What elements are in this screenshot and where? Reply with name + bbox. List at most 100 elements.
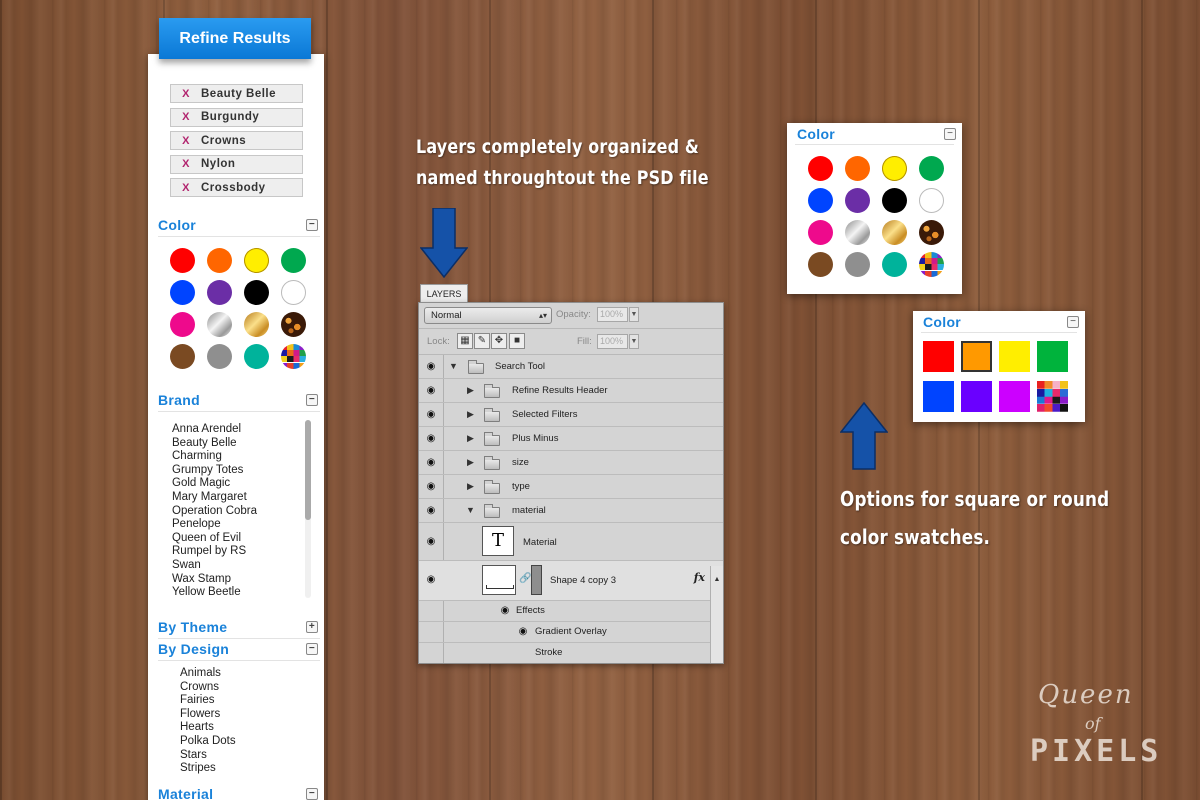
brand-item[interactable]: Charming xyxy=(172,450,312,464)
swatch-red[interactable] xyxy=(808,156,833,181)
swatch-teal[interactable] xyxy=(244,344,269,369)
layer-row[interactable]: ◉ ▼ Search Tool xyxy=(419,355,723,379)
layer-row[interactable]: ◉ ▶ size xyxy=(419,451,723,475)
brand-item[interactable]: Yellow Beetle xyxy=(172,586,312,600)
square-swatch-green[interactable] xyxy=(1037,341,1068,372)
swatch-blue[interactable] xyxy=(170,280,195,305)
swatch-red[interactable] xyxy=(170,248,195,273)
swatch-pink[interactable] xyxy=(808,220,833,245)
effects-row[interactable]: ◉ Effects xyxy=(419,601,723,622)
swatch-purple[interactable] xyxy=(845,188,870,213)
material-section-title[interactable]: Material − xyxy=(158,786,320,800)
collapse-brand-button[interactable]: − xyxy=(306,394,318,406)
swatch-teal[interactable] xyxy=(882,252,907,277)
by-design-section-title[interactable]: By Design − xyxy=(158,641,320,661)
opacity-dropdown-icon[interactable]: ▼ xyxy=(629,307,639,322)
eye-icon[interactable]: ◉ xyxy=(423,480,439,494)
effect-row[interactable]: Stroke xyxy=(419,643,723,663)
square-swatch-multi[interactable] xyxy=(1037,381,1068,412)
design-item[interactable]: Fairies xyxy=(180,694,236,708)
swatch-gray[interactable] xyxy=(845,252,870,277)
layer-row[interactable]: ◉ ▶ Refine Results Header xyxy=(419,379,723,403)
eye-icon[interactable]: ◉ xyxy=(497,604,513,618)
brand-item[interactable]: Grumpy Totes xyxy=(172,464,312,478)
eye-icon[interactable]: ◉ xyxy=(423,456,439,470)
swatch-purple[interactable] xyxy=(207,280,232,305)
square-swatch-orange[interactable] xyxy=(961,341,992,372)
brand-item[interactable]: Beauty Belle xyxy=(172,437,312,451)
remove-filter-icon[interactable]: X xyxy=(171,88,201,100)
expand-by-theme-button[interactable]: + xyxy=(306,621,318,633)
swatch-gray[interactable] xyxy=(207,344,232,369)
lock-brush-icon[interactable]: ✎ xyxy=(474,333,490,349)
collapse-color-button[interactable]: − xyxy=(1067,316,1079,328)
triangle-right-icon[interactable]: ▶ xyxy=(467,481,474,492)
opacity-input[interactable]: 100% xyxy=(597,307,628,322)
eye-icon[interactable]: ◉ xyxy=(423,432,439,446)
brand-item[interactable]: Rumpel by RS xyxy=(172,545,312,559)
square-swatch-magenta[interactable] xyxy=(999,381,1030,412)
swatch-pink[interactable] xyxy=(170,312,195,337)
brand-item[interactable]: Queen of Evil xyxy=(172,532,312,546)
swatch-silver[interactable] xyxy=(845,220,870,245)
square-swatch-violet[interactable] xyxy=(961,381,992,412)
square-swatch-yellow[interactable] xyxy=(999,341,1030,372)
color-section-title[interactable]: Color − xyxy=(158,217,320,237)
triangle-right-icon[interactable]: ▶ xyxy=(467,433,474,444)
design-item[interactable]: Flowers xyxy=(180,708,236,722)
selected-filter[interactable]: X Crowns xyxy=(170,131,303,151)
design-item[interactable]: Stars xyxy=(180,749,236,763)
swatch-multi[interactable] xyxy=(281,344,306,369)
eye-icon[interactable]: ◉ xyxy=(423,573,439,587)
eye-icon[interactable]: ◉ xyxy=(423,504,439,518)
design-item[interactable]: Animals xyxy=(180,667,236,681)
swatch-yellow[interactable] xyxy=(882,156,907,181)
swatch-gold[interactable] xyxy=(882,220,907,245)
remove-filter-icon[interactable]: X xyxy=(171,182,201,194)
fill-dropdown-icon[interactable]: ▼ xyxy=(629,334,639,349)
eye-icon[interactable]: ◉ xyxy=(423,384,439,398)
collapse-color-button[interactable]: − xyxy=(944,128,956,140)
design-item[interactable]: Stripes xyxy=(180,762,236,776)
remove-filter-icon[interactable]: X xyxy=(171,158,201,170)
swatch-black[interactable] xyxy=(882,188,907,213)
swatch-tortoise[interactable] xyxy=(281,312,306,337)
triangle-down-icon[interactable]: ▼ xyxy=(466,505,475,515)
design-item[interactable]: Polka Dots xyxy=(180,735,236,749)
swatch-black[interactable] xyxy=(244,280,269,305)
selected-filter[interactable]: X Burgundy xyxy=(170,107,303,127)
collapse-color-button[interactable]: − xyxy=(306,219,318,231)
swatch-green[interactable] xyxy=(281,248,306,273)
remove-filter-icon[interactable]: X xyxy=(171,135,201,147)
brand-item[interactable]: Wax Stamp xyxy=(172,573,312,587)
brand-item[interactable]: Swan xyxy=(172,559,312,573)
selected-filter[interactable]: X Nylon xyxy=(170,154,303,174)
layer-row[interactable]: ◉ ▶ type xyxy=(419,475,723,499)
eye-icon[interactable]: ◉ xyxy=(423,408,439,422)
lock-all-icon[interactable]: ■ xyxy=(509,333,525,349)
swatch-white[interactable] xyxy=(919,188,944,213)
swatch-orange[interactable] xyxy=(207,248,232,273)
remove-filter-icon[interactable]: X xyxy=(171,111,201,123)
triangle-right-icon[interactable]: ▶ xyxy=(467,409,474,420)
blend-mode-select[interactable]: Normal ▴▾ xyxy=(424,307,552,324)
layer-row[interactable]: ◉ ▶ Selected Filters xyxy=(419,403,723,427)
layer-row[interactable]: ◉ T Material xyxy=(419,523,723,561)
collapse-by-design-button[interactable]: − xyxy=(306,643,318,655)
swatch-white[interactable] xyxy=(281,280,306,305)
swatch-gold[interactable] xyxy=(244,312,269,337)
scroll-up-icon[interactable]: ▲ xyxy=(711,576,723,583)
layer-row[interactable]: ◉ 🔗 Shape 4 copy 3 fx xyxy=(419,561,723,601)
selected-filter[interactable]: X Beauty Belle xyxy=(170,84,303,103)
brand-item[interactable]: Gold Magic xyxy=(172,477,312,491)
triangle-down-icon[interactable]: ▼ xyxy=(449,361,458,371)
eye-icon[interactable]: ◉ xyxy=(515,625,531,639)
swatch-orange[interactable] xyxy=(845,156,870,181)
layers-tab[interactable]: LAYERS xyxy=(420,284,468,303)
triangle-right-icon[interactable]: ▶ xyxy=(467,385,474,396)
swatch-brown[interactable] xyxy=(170,344,195,369)
swatch-tortoise[interactable] xyxy=(919,220,944,245)
brand-scroll-thumb[interactable] xyxy=(305,420,311,520)
swatch-yellow[interactable] xyxy=(244,248,269,273)
eye-icon[interactable]: ◉ xyxy=(423,360,439,374)
